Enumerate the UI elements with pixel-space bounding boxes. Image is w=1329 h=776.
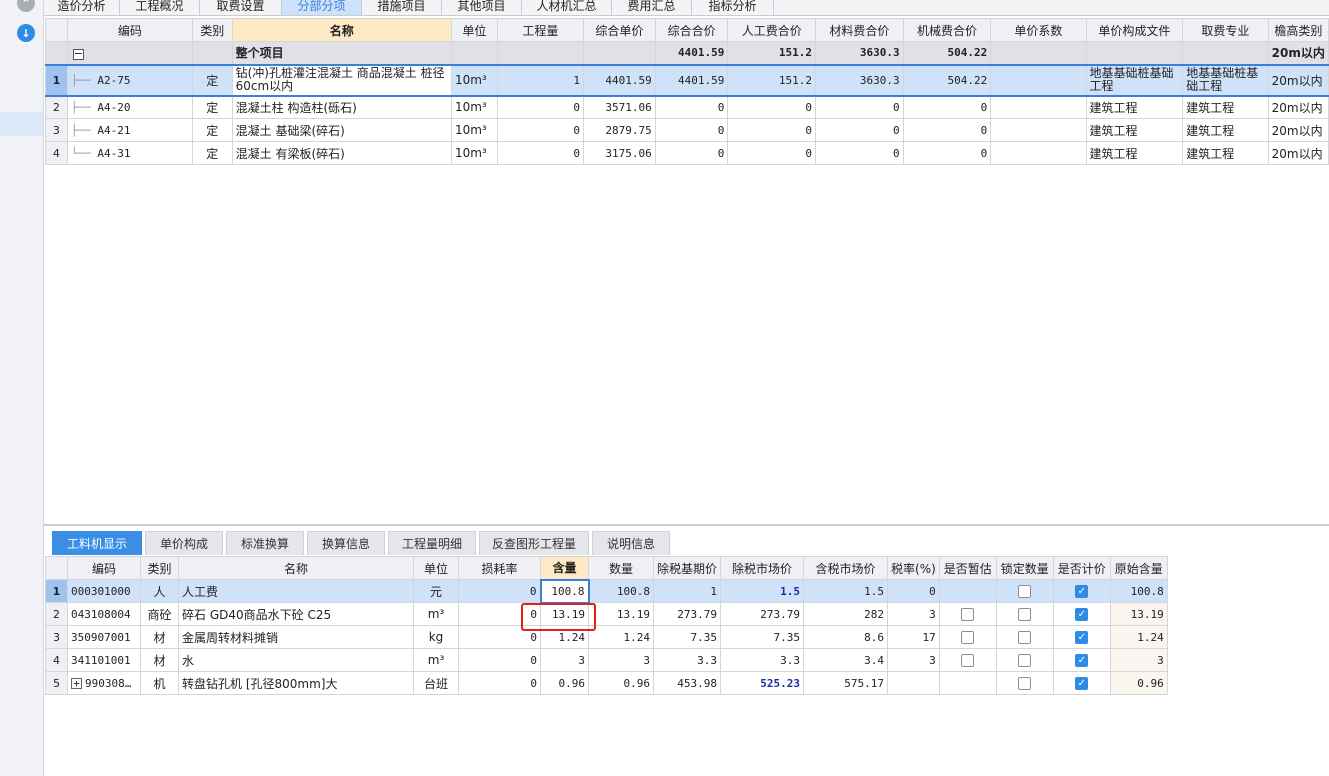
col-total-price[interactable]: 综合合价 xyxy=(654,18,729,42)
table-row[interactable]: 3 350907001 材 金属周转材料摊销 kg 0 1.24 1.24 7.… xyxy=(45,625,1168,649)
col-market-price-taxed[interactable]: 含税市场价 xyxy=(803,556,889,580)
left-rail: ⌃ ↓ xyxy=(0,0,44,776)
content-cell-highlighted[interactable]: 13.19 xyxy=(540,602,589,626)
col-type[interactable]: 类别 xyxy=(140,556,179,580)
lock-quantity-checkbox[interactable] xyxy=(1018,654,1032,667)
table-row[interactable]: 5 +990308… 机 转盘钻孔机 [孔径800mm]大 台班 0 0.96 … xyxy=(45,671,1168,695)
labor-material-table: 编码 类别 名称 单位 损耗率 含量 数量 除税基期价 除税市场价 含税市场价 … xyxy=(45,556,1168,695)
tab-index-analysis[interactable]: 指标分析 xyxy=(692,0,774,15)
col-code[interactable]: 编码 xyxy=(66,18,193,42)
col-material-total[interactable]: 材料费合价 xyxy=(815,18,904,42)
total-price-value: 4401.59 xyxy=(654,41,729,65)
is-provisional-checkbox[interactable] xyxy=(961,608,975,621)
tab-conversion-info[interactable]: 换算信息 xyxy=(307,531,385,555)
table-row[interactable]: 1 000301000 人 人工费 元 0 100.8 100.8 1 1.5 … xyxy=(45,578,1168,604)
col-unit[interactable]: 单位 xyxy=(413,556,459,580)
col-unit-price[interactable]: 综合单价 xyxy=(583,18,656,42)
content-cell-editing[interactable]: 100.8 xyxy=(539,578,590,604)
tab-standard-conversion[interactable]: 标准换算 xyxy=(226,531,304,555)
rail-selected-item[interactable] xyxy=(0,112,43,136)
total-material-value: 3630.3 xyxy=(815,41,904,65)
col-market-price[interactable]: 除税市场价 xyxy=(720,556,805,580)
lock-quantity-checkbox[interactable] xyxy=(1018,608,1032,621)
col-tax-rate[interactable]: 税率(%) xyxy=(887,556,940,580)
table-row[interactable]: 2 043108004 商砼 碎石 GD40商品水下砼 C25 m³ 0 13.… xyxy=(45,602,1168,626)
tab-other-items[interactable]: 其他项目 xyxy=(442,0,522,15)
is-priced-checkbox[interactable]: ✓ xyxy=(1075,654,1089,667)
header-row: 编码 类别 名称 单位 损耗率 含量 数量 除税基期价 除税市场价 含税市场价 … xyxy=(45,556,1168,580)
table-row[interactable]: 3 ├── A4-21 定 混凝土 基础梁(碎石) 10m³ 0 2879.75… xyxy=(45,118,1329,142)
col-lock-quantity[interactable]: 锁定数量 xyxy=(995,556,1054,580)
total-eave-value: 20m以内 xyxy=(1267,41,1329,65)
col-machine-total[interactable]: 机械费合价 xyxy=(902,18,992,42)
tab-project-overview[interactable]: 工程概况 xyxy=(120,0,200,15)
col-loss-rate[interactable]: 损耗率 xyxy=(458,556,541,580)
total-labor-value: 151.2 xyxy=(727,41,817,65)
col-name[interactable]: 名称 xyxy=(231,18,452,42)
tab-labor-material-display[interactable]: 工料机显示 xyxy=(52,531,142,555)
col-name[interactable]: 名称 xyxy=(178,556,414,580)
expand-tree-icon[interactable]: + xyxy=(71,677,82,689)
col-price-file[interactable]: 单价构成文件 xyxy=(1085,18,1184,42)
col-is-provisional[interactable]: 是否暂估 xyxy=(938,556,997,580)
collapse-icon[interactable]: ⌃ xyxy=(17,0,35,12)
download-icon[interactable]: ↓ xyxy=(17,24,35,42)
tab-sub-items[interactable]: 分部分项 xyxy=(282,0,362,15)
tab-price-composition[interactable]: 单价构成 xyxy=(145,531,223,555)
col-code[interactable]: 编码 xyxy=(67,556,141,580)
is-priced-checkbox[interactable]: ✓ xyxy=(1075,631,1089,644)
collapse-tree-icon[interactable]: − xyxy=(72,48,84,60)
col-labor-total[interactable]: 人工费合价 xyxy=(727,18,817,42)
header-row: 编码 类别 名称 单位 工程量 综合单价 综合合价 人工费合价 材料费合价 机械… xyxy=(45,18,1329,42)
table-row[interactable]: 4 └── A4-31 定 混凝土 有梁板(碎石) 10m³ 0 3175.06… xyxy=(45,141,1329,165)
table-row[interactable]: 2 ├── A4-20 定 混凝土柱 构造柱(砾石) 10m³ 0 3571.0… xyxy=(45,95,1329,119)
col-eave-height[interactable]: 檐高类别 xyxy=(1267,18,1329,42)
detail-tabs: 工料机显示 单价构成 标准换算 换算信息 工程量明细 反查图形工程量 说明信息 xyxy=(44,526,1329,556)
total-row[interactable]: − 整个项目 4401.59 151.2 3630.3 504.22 20m以内 xyxy=(45,41,1329,65)
col-unit[interactable]: 单位 xyxy=(450,18,498,42)
table-row[interactable]: 4 341101001 材 水 m³ 0 3 3 3.3 3.3 3.4 3 ✓… xyxy=(45,648,1168,672)
col-is-priced[interactable]: 是否计价 xyxy=(1052,556,1111,580)
col-amount[interactable]: 数量 xyxy=(588,556,654,580)
tab-cost-summary[interactable]: 费用汇总 xyxy=(612,0,692,15)
col-quantity[interactable]: 工程量 xyxy=(496,18,585,42)
name-cell-editing[interactable]: 钻(冲)孔桩灌注混凝土 商品混凝土 桩径60cm以内 xyxy=(231,63,452,97)
col-price-coefficient[interactable]: 单价系数 xyxy=(990,18,1087,42)
tab-reverse-lookup-quantity[interactable]: 反查图形工程量 xyxy=(479,531,589,555)
tab-quantity-details[interactable]: 工程量明细 xyxy=(388,531,476,555)
is-provisional-checkbox[interactable] xyxy=(961,631,975,644)
is-priced-checkbox[interactable]: ✓ xyxy=(1075,677,1089,690)
is-priced-checkbox[interactable]: ✓ xyxy=(1075,585,1089,598)
lock-quantity-checkbox[interactable] xyxy=(1018,585,1032,598)
tab-description-info[interactable]: 说明信息 xyxy=(592,531,670,555)
col-content[interactable]: 含量 xyxy=(540,556,589,580)
tab-cost-analysis[interactable]: 造价分析 xyxy=(44,0,120,15)
lock-quantity-checkbox[interactable] xyxy=(1018,631,1032,644)
is-provisional-checkbox[interactable] xyxy=(961,654,975,667)
sub-items-table: 编码 类别 名称 单位 工程量 综合单价 综合合价 人工费合价 材料费合价 机械… xyxy=(45,18,1329,165)
col-type[interactable]: 类别 xyxy=(191,18,233,42)
tab-measures[interactable]: 措施项目 xyxy=(362,0,442,15)
tab-fee-settings[interactable]: 取费设置 xyxy=(200,0,282,15)
total-name: 整个项目 xyxy=(231,41,452,65)
lock-quantity-checkbox[interactable] xyxy=(1018,677,1032,690)
col-original-content[interactable]: 原始含量 xyxy=(1109,556,1168,580)
tab-labor-material-summary[interactable]: 人材机汇总 xyxy=(522,0,612,15)
col-base-price[interactable]: 除税基期价 xyxy=(652,556,722,580)
table-row[interactable]: 1 ├── A2-75 定 钻(冲)孔桩灌注混凝土 商品混凝土 桩径60cm以内… xyxy=(45,63,1329,97)
is-priced-checkbox[interactable]: ✓ xyxy=(1075,608,1089,621)
total-machine-value: 504.22 xyxy=(902,41,992,65)
module-tabs: 造价分析 工程概况 取费设置 分部分项 措施项目 其他项目 人材机汇总 费用汇总… xyxy=(44,0,1329,16)
col-fee-specialty[interactable]: 取费专业 xyxy=(1182,18,1269,42)
